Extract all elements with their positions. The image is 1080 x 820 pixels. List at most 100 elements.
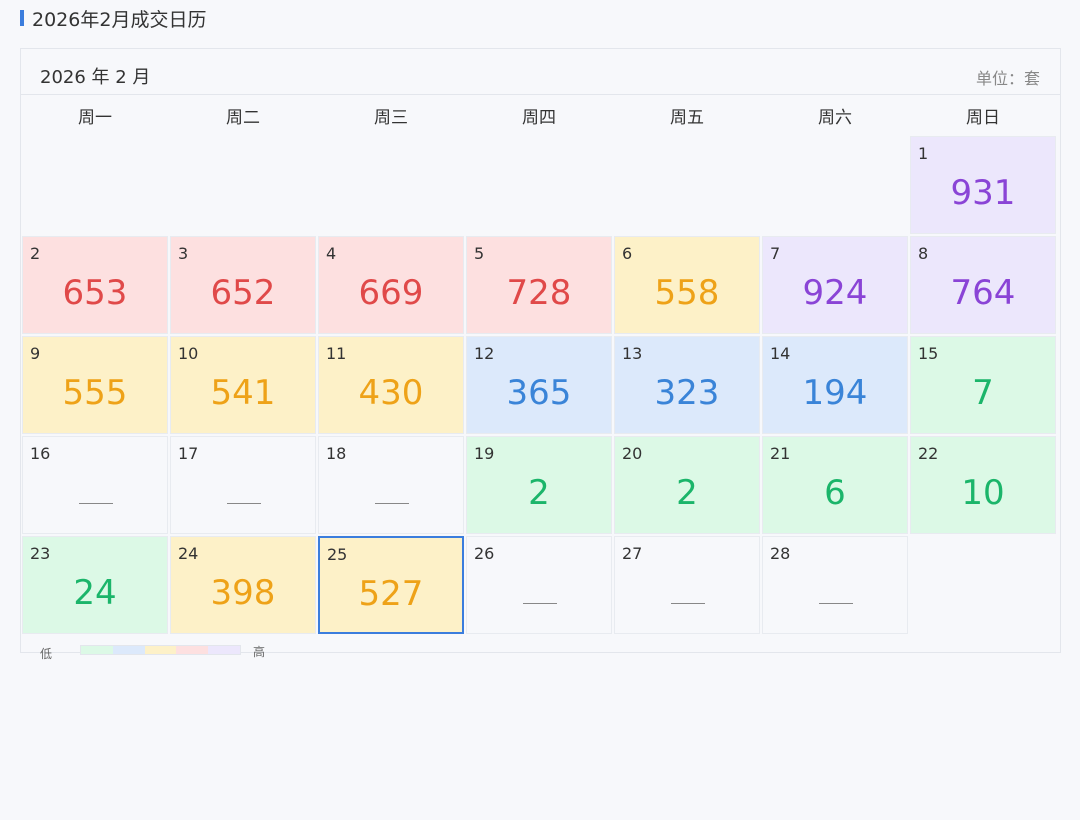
day-cell-23[interactable]: 23 24 [22,536,168,634]
day-cell-11[interactable]: 11 430 [318,336,464,434]
calendar-grid: 1 931 2 653 3 652 4 669 5 728 6 558 7 924 8 764 9 555 10 54… [21,135,1060,635]
day-cell-21[interactable]: 21 6 [762,436,908,534]
day-cell-26[interactable]: 26 [466,536,612,634]
day-cell-8[interactable]: 8 764 [910,236,1056,334]
day-cell-4[interactable]: 4 669 [318,236,464,334]
day-value: 541 [210,373,276,413]
legend-swatch-2 [112,646,145,654]
day-cell-10[interactable]: 10 541 [170,336,316,434]
weekday-sat: 周六 [818,107,852,128]
day-value: 194 [802,373,868,413]
day-number: 19 [474,444,495,463]
legend-swatch-1 [81,646,113,654]
day-number: 22 [918,444,939,463]
no-data-dash [671,603,705,604]
day-number: 21 [770,444,791,463]
calendar-panel: 2026 年 2 月 单位：套 周一 周二 周三 周四 周五 周六 周日 1 93… [20,48,1061,661]
day-cell-6[interactable]: 6 558 [614,236,760,334]
day-cell-25[interactable]: 25 527 [318,536,464,634]
no-data-dash [819,603,853,604]
day-number: 2 [30,244,41,263]
legend-swatch-5 [208,646,240,654]
day-number: 7 [770,244,781,263]
day-cell-20[interactable]: 20 2 [614,436,760,534]
weekday-fri: 周五 [670,107,704,128]
day-value: 764 [950,273,1016,313]
day-cell-19[interactable]: 19 2 [466,436,612,534]
day-value: 365 [506,373,572,413]
day-cell-15[interactable]: 15 7 [910,336,1056,434]
day-cell-5[interactable]: 5 728 [466,236,612,334]
no-data-dash [227,503,261,504]
day-number: 18 [326,444,347,463]
day-value: 24 [73,573,117,613]
legend-swatch-3 [144,646,177,654]
day-cell-17[interactable]: 17 [170,436,316,534]
unit-label: 单位：套 [975,69,1040,88]
day-number: 15 [918,344,939,363]
no-data-dash [375,503,409,504]
day-number: 8 [918,244,929,263]
no-data-dash [523,603,557,604]
day-number: 13 [622,344,643,363]
day-value: 653 [62,273,128,313]
day-cell-28[interactable]: 28 [762,536,908,634]
page-header: 2026年2月成交日历 [20,6,207,31]
day-cell-14[interactable]: 14 194 [762,336,908,434]
day-number: 3 [178,244,189,263]
day-number: 5 [474,244,485,263]
weekday-wed: 周三 [374,107,408,128]
day-number: 17 [178,444,199,463]
day-value: 555 [62,373,128,413]
month-label: 2026 年 2 月 [40,67,151,88]
day-number: 25 [327,545,348,564]
weekday-mon: 周一 [78,107,112,128]
day-number: 16 [30,444,51,463]
day-value: 2 [528,473,550,513]
day-value: 931 [950,173,1016,213]
weekday-tue: 周二 [226,107,260,128]
day-number: 14 [770,344,791,363]
day-value: 430 [358,373,424,413]
page-title: 2026年2月成交日历 [32,8,207,31]
day-number: 4 [326,244,337,263]
day-value: 10 [961,473,1005,513]
day-value: 398 [210,573,276,613]
day-value: 652 [210,273,276,313]
day-value: 2 [676,473,698,513]
day-cell-3[interactable]: 3 652 [170,236,316,334]
day-cell-16[interactable]: 16 [22,436,168,534]
day-cell-1[interactable]: 1 931 [910,136,1056,234]
day-number: 24 [178,544,199,563]
day-cell-18[interactable]: 18 [318,436,464,534]
day-cell-22[interactable]: 22 10 [910,436,1056,534]
day-number: 6 [622,244,633,263]
day-cell-12[interactable]: 12 365 [466,336,612,434]
weekday-row: 周一 周二 周三 周四 周五 周六 周日 [21,95,1060,135]
legend-high-label: 高 [253,645,266,659]
day-number: 27 [622,544,643,563]
no-data-dash [79,503,113,504]
weekday-sun: 周日 [966,107,1000,128]
legend-low-label: 低 [40,647,53,661]
color-legend: 低 高 [21,639,321,661]
day-value: 558 [654,273,720,313]
day-cell-2[interactable]: 2 653 [22,236,168,334]
day-number: 23 [30,544,51,563]
day-cell-27[interactable]: 27 [614,536,760,634]
weekday-thu: 周四 [522,107,556,128]
day-number: 12 [474,344,495,363]
title-accent-bar [20,10,24,26]
day-number: 1 [918,144,929,163]
day-value: 924 [802,273,868,313]
day-number: 10 [178,344,199,363]
calendar-header: 2026 年 2 月 单位：套 [21,49,1060,95]
day-value: 527 [358,574,424,614]
day-number: 28 [770,544,791,563]
day-cell-24[interactable]: 24 398 [170,536,316,634]
day-cell-9[interactable]: 9 555 [22,336,168,434]
day-cell-7[interactable]: 7 924 [762,236,908,334]
day-number: 9 [30,344,41,363]
day-number: 20 [622,444,643,463]
day-cell-13[interactable]: 13 323 [614,336,760,434]
